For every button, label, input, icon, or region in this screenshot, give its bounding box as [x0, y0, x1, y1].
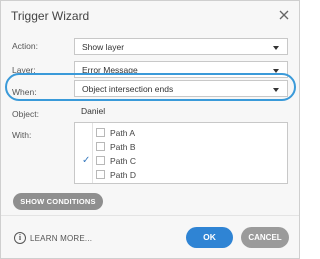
show-conditions-button[interactable]: SHOW CONDITIONS [13, 193, 103, 210]
learn-more-link[interactable]: LEARN MORE... [30, 234, 92, 243]
dialog-title: Trigger Wizard [11, 9, 90, 23]
path-label: Path D [110, 170, 136, 180]
when-select[interactable]: Object intersection ends [74, 80, 288, 97]
checkbox[interactable] [96, 142, 105, 151]
cancel-button[interactable]: CANCEL [241, 227, 289, 248]
title-bar: Trigger Wizard [1, 1, 299, 31]
paths-list[interactable]: Path A Path B ✓ Path C Path D [74, 122, 288, 184]
when-label: When: [12, 87, 37, 97]
checkbox[interactable] [96, 156, 105, 165]
list-item-path-d[interactable]: Path D [75, 168, 287, 182]
path-label: Path C [110, 156, 136, 166]
chevron-down-icon [273, 46, 279, 50]
info-icon[interactable]: i [14, 232, 26, 244]
list-item-path-b[interactable]: Path B [75, 140, 287, 154]
object-label: Object: [12, 109, 39, 119]
list-item-path-c[interactable]: ✓ Path C [75, 154, 287, 168]
object-value: Daniel [81, 106, 106, 116]
action-label: Action: [12, 41, 38, 51]
footer-divider [1, 215, 299, 216]
list-item-path-a[interactable]: Path A [75, 126, 287, 140]
action-select[interactable]: Show layer [74, 38, 288, 55]
checkbox[interactable] [96, 128, 105, 137]
path-label: Path A [110, 128, 136, 138]
checkbox[interactable] [96, 170, 105, 179]
close-icon[interactable] [278, 9, 290, 21]
when-value: Object intersection ends [82, 84, 174, 94]
check-icon [82, 128, 92, 138]
check-icon [82, 170, 92, 180]
chevron-down-icon [273, 88, 279, 92]
object-field[interactable]: Daniel [74, 103, 288, 120]
action-value: Show layer [82, 42, 125, 52]
ok-button[interactable]: OK [186, 227, 233, 248]
trigger-wizard-dialog: Trigger Wizard Action: Show layer Layer:… [0, 0, 300, 259]
check-icon: ✓ [82, 155, 91, 166]
with-label: With: [12, 130, 32, 140]
check-icon [82, 142, 92, 152]
path-label: Path B [110, 142, 136, 152]
